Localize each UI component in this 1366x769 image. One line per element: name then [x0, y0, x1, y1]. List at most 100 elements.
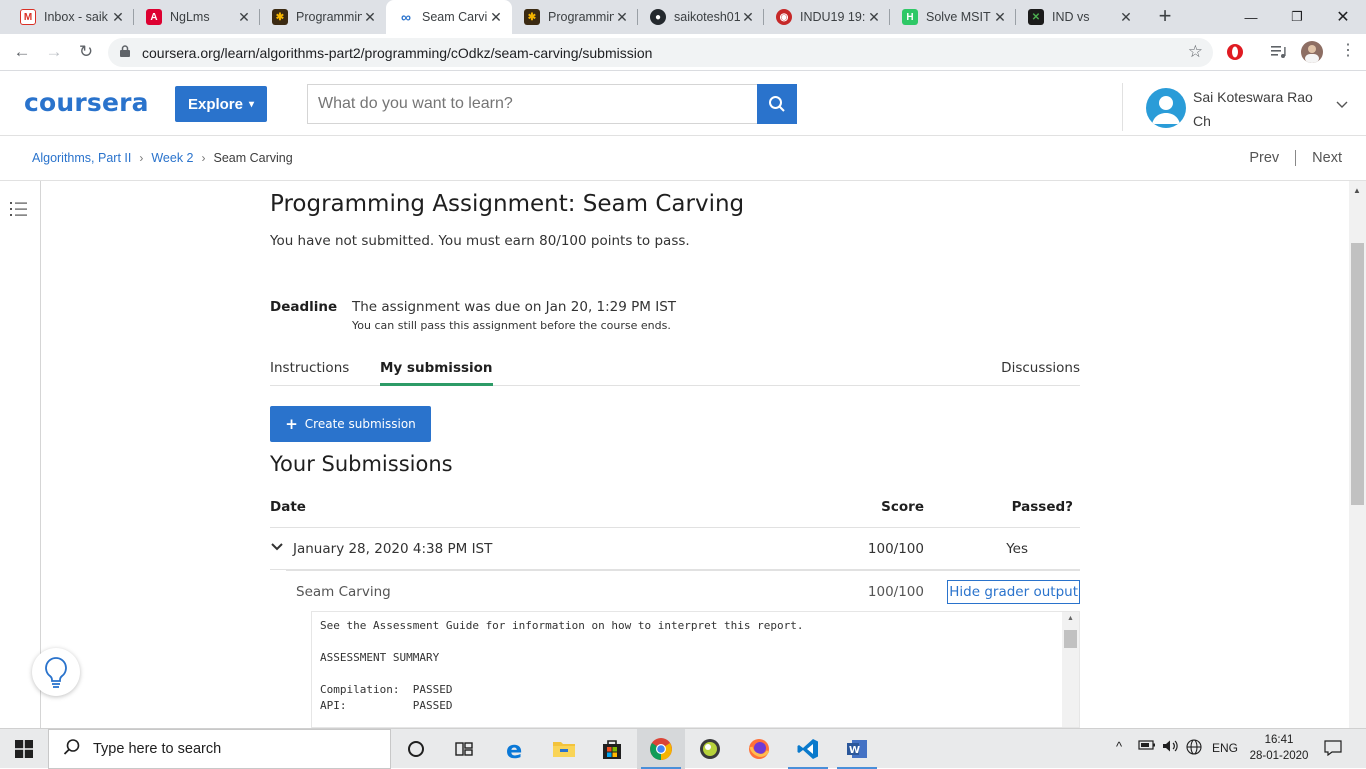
bookmark-star-icon[interactable]: ☆ [1188, 42, 1203, 62]
breadcrumb-week[interactable]: Week 2 [151, 151, 193, 165]
scroll-up-icon[interactable]: ▲ [1067, 615, 1074, 622]
deadline-note: You can still pass this assignment befor… [352, 319, 671, 332]
reload-icon[interactable]: ↻ [75, 41, 97, 63]
word-icon[interactable]: W [833, 729, 881, 769]
search-icon [769, 96, 785, 112]
close-tab-icon[interactable]: ✕ [488, 9, 504, 26]
file-explorer-icon[interactable] [540, 729, 588, 769]
column-passed: Passed? [1011, 499, 1073, 515]
search-icon [63, 738, 81, 760]
lightbulb-help-button[interactable] [32, 648, 80, 696]
browser-tab[interactable]: ✕ IND vs ✕ [1016, 0, 1142, 34]
page-title: Programming Assignment: Seam Carving [270, 191, 745, 217]
app-icon[interactable] [686, 729, 734, 769]
breadcrumb-course[interactable]: Algorithms, Part II [32, 151, 131, 165]
next-link[interactable]: Next [1312, 150, 1342, 166]
edge-icon[interactable]: e [491, 729, 539, 769]
close-tab-icon[interactable]: ✕ [362, 9, 378, 26]
taskbar-clock[interactable]: 16:41 28-01-2020 [1248, 732, 1310, 764]
close-tab-icon[interactable]: ✕ [866, 9, 882, 26]
notifications-icon[interactable] [1324, 740, 1342, 759]
store-icon[interactable] [588, 729, 636, 769]
network-globe-icon[interactable] [1186, 739, 1202, 758]
page-scrollbar[interactable]: ▲ [1349, 181, 1366, 728]
address-bar[interactable]: coursera.org/learn/algorithms-part2/prog… [108, 38, 1213, 67]
nav-divider [1295, 150, 1297, 166]
outline-menu-icon[interactable] [9, 200, 29, 218]
grader-output-panel[interactable]: See the Assessment Guide for information… [311, 611, 1080, 728]
browser-tab[interactable]: ✱ Programmin ✕ [260, 0, 386, 34]
media-controls-icon[interactable] [1269, 42, 1289, 62]
show-hidden-icons-chevron-icon[interactable]: ^ [1116, 739, 1122, 754]
prev-link[interactable]: Prev [1249, 150, 1279, 166]
close-tab-icon[interactable]: ✕ [110, 9, 126, 26]
browser-tab[interactable]: ✱ Programmin ✕ [512, 0, 638, 34]
coursera-logo[interactable]: coursera [24, 88, 149, 117]
browser-tab[interactable]: A NgLms ✕ [134, 0, 260, 34]
search-button[interactable] [757, 84, 797, 124]
coursera-puzzle-icon: ✱ [272, 9, 288, 25]
scroll-thumb[interactable] [1064, 630, 1077, 648]
chevron-down-icon[interactable] [270, 540, 284, 554]
chevron-down-icon: ▾ [249, 98, 255, 110]
breadcrumb-bar: Algorithms, Part II › Week 2 › Seam Carv… [0, 136, 1366, 181]
browser-tab[interactable]: H Solve MSIT ✕ [890, 0, 1016, 34]
grader-scrollbar[interactable]: ▲ [1062, 612, 1079, 727]
forward-icon[interactable]: → [43, 41, 65, 63]
chevron-right-icon: › [201, 151, 206, 165]
column-date: Date [270, 499, 306, 515]
cortana-icon[interactable] [392, 729, 440, 769]
browser-toolbar: ← → ↻ coursera.org/learn/algorithms-part… [0, 34, 1366, 71]
close-tab-icon[interactable]: ✕ [740, 9, 756, 26]
header-divider [1122, 83, 1123, 131]
hide-grader-output-button[interactable]: Hide grader output [947, 580, 1080, 604]
explore-button[interactable]: Explore ▾ [175, 86, 267, 122]
clock-time: 16:41 [1264, 734, 1294, 746]
user-name[interactable]: Sai Koteswara Rao Ch [1193, 85, 1323, 133]
hackerrank-icon: H [902, 9, 918, 25]
scroll-thumb[interactable] [1351, 243, 1364, 505]
back-icon[interactable]: ← [11, 41, 33, 63]
chrome-icon[interactable] [637, 729, 685, 769]
browser-tab-strip: M Inbox - saik ✕ A NgLms ✕ ✱ Programmin ✕ ∞… [0, 0, 1366, 34]
window-close-icon[interactable]: ✕ [1320, 0, 1366, 34]
windows-taskbar: Type here to search e W ^ ENG 16:41 28-0 [0, 728, 1366, 769]
tab-discussions[interactable]: Discussions [1001, 360, 1080, 386]
submissions-heading: Your Submissions [270, 452, 453, 476]
submission-status: You have not submitted. You must earn 80… [270, 233, 690, 249]
table-row[interactable]: January 28, 2020 4:38 PM IST 100/100 Yes [270, 528, 1080, 570]
battery-icon[interactable] [1138, 739, 1156, 754]
search-input[interactable] [307, 84, 758, 124]
opera-extension-icon[interactable] [1225, 42, 1245, 62]
part-score: 100/100 [867, 584, 924, 600]
language-indicator[interactable]: ENG [1212, 741, 1238, 755]
volume-icon[interactable] [1162, 739, 1180, 756]
browser-tab[interactable]: ● saikotesh01 ✕ [638, 0, 764, 34]
user-avatar[interactable] [1146, 88, 1186, 128]
minimize-icon[interactable]: — [1228, 0, 1274, 34]
tab-my-submission[interactable]: My submission [380, 360, 493, 386]
restore-icon[interactable]: ❐ [1274, 0, 1320, 34]
tab-instructions[interactable]: Instructions [270, 360, 349, 386]
chevron-down-icon[interactable] [1336, 98, 1348, 112]
profile-avatar[interactable] [1301, 41, 1323, 63]
browser-tab-active[interactable]: ∞ Seam Carvir ✕ [386, 0, 512, 34]
browser-tab[interactable]: M Inbox - saik ✕ [8, 0, 134, 34]
windows-start-icon[interactable] [0, 729, 48, 769]
task-view-icon[interactable] [440, 729, 488, 769]
scroll-up-icon[interactable]: ▲ [1353, 186, 1361, 195]
browser-tab[interactable]: ◉ INDU19 19: ✕ [764, 0, 890, 34]
taskbar-search[interactable]: Type here to search [48, 729, 391, 769]
firefox-icon[interactable] [735, 729, 783, 769]
vscode-icon[interactable] [784, 729, 832, 769]
lightbulb-icon [45, 657, 67, 688]
close-tab-icon[interactable]: ✕ [1118, 9, 1134, 26]
create-submission-button[interactable]: + Create submission [270, 406, 431, 442]
new-tab-icon[interactable]: + [1153, 5, 1177, 29]
browser-menu-icon[interactable]: ⋮ [1340, 42, 1356, 62]
close-tab-icon[interactable]: ✕ [992, 9, 1008, 26]
close-tab-icon[interactable]: ✕ [614, 9, 630, 26]
prev-next-nav: Prev Next [1249, 150, 1342, 166]
breadcrumb: Algorithms, Part II › Week 2 › Seam Carv… [32, 151, 293, 165]
close-tab-icon[interactable]: ✕ [236, 9, 252, 26]
